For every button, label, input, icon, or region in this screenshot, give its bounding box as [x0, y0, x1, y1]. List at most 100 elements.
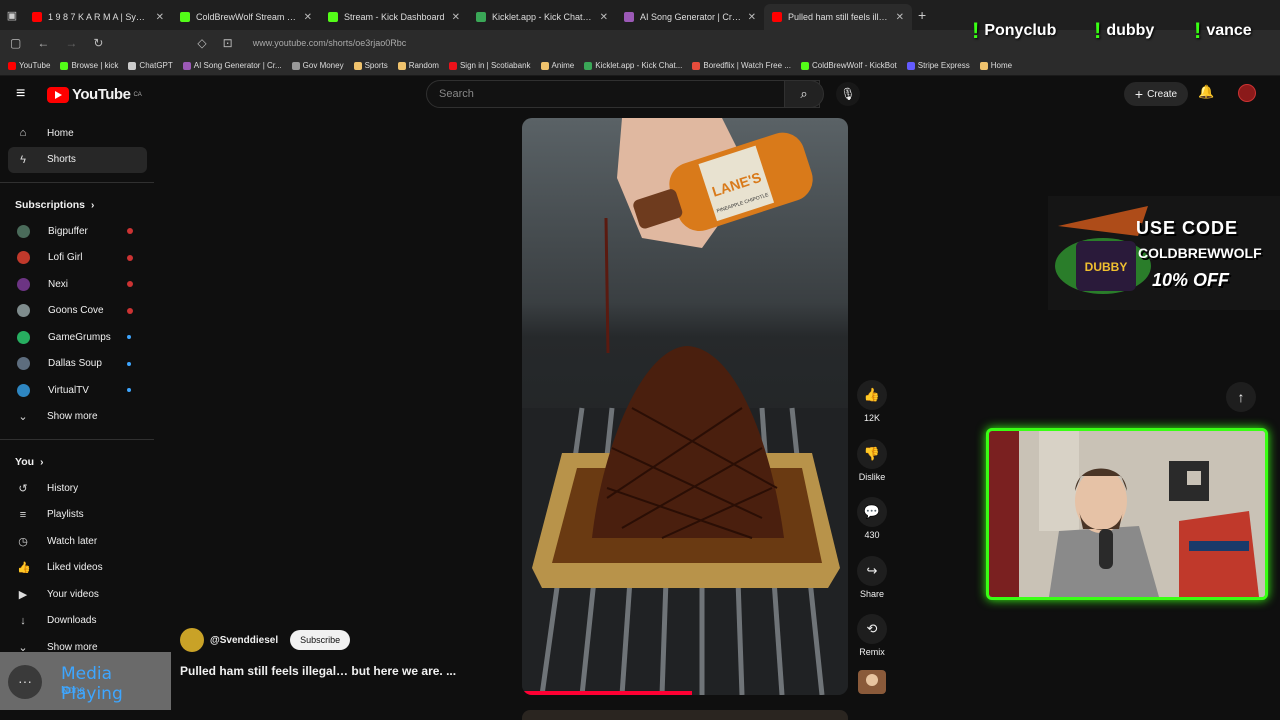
bookmark-item[interactable]: Browse | kick — [60, 61, 118, 70]
sidebar-subscription-item[interactable]: Goons Cove — [0, 298, 155, 325]
close-tab-icon[interactable]: ✕ — [600, 12, 608, 23]
tab-title: ColdBrewWolf Stream - Watch — [196, 12, 298, 22]
browser-tab[interactable]: ColdBrewWolf Stream - Watch ✕ — [172, 4, 320, 30]
reload-button[interactable]: ↻ — [93, 36, 103, 50]
sidebar-item-home[interactable]: ⌂ Home — [0, 120, 155, 147]
progress-bar[interactable] — [522, 691, 692, 695]
bookmark-item[interactable]: Home — [979, 61, 1012, 70]
channel-name[interactable]: @Svenddiesel — [210, 635, 278, 646]
create-button[interactable]: + Create — [1124, 82, 1188, 106]
channel-avatar[interactable] — [180, 628, 204, 652]
close-tab-icon[interactable]: ✕ — [156, 12, 164, 23]
bookmark-item[interactable]: Sports — [353, 61, 388, 70]
bookmark-item[interactable]: Stripe Express — [906, 61, 970, 70]
bookmark-item[interactable]: Boredflix | Watch Free ... — [692, 61, 791, 70]
lock-icon[interactable]: ⊡ — [223, 36, 233, 50]
promo-line-1: USE CODE — [1136, 218, 1239, 238]
back-button[interactable]: ← — [37, 36, 49, 50]
bookmark-favicon-icon — [800, 61, 809, 70]
new-tab-button[interactable]: + — [918, 7, 926, 23]
sidebar-item-label: Your videos — [47, 588, 99, 600]
short-title[interactable]: Pulled ham still feels illegal… but here… — [180, 664, 456, 678]
account-avatar[interactable] — [1238, 84, 1256, 102]
bookmark-item[interactable]: Gov Money — [291, 61, 344, 70]
sidebar-item-you[interactable]: ▶ Your videos — [0, 581, 155, 608]
youtube-logo[interactable]: YouTube CA — [47, 86, 142, 103]
close-tab-icon[interactable]: ✕ — [452, 12, 460, 23]
close-tab-icon[interactable]: ✕ — [896, 12, 904, 23]
sidebar-item-shorts[interactable]: ϟ Shorts — [8, 146, 147, 173]
bookmark-item[interactable]: Anime — [540, 61, 574, 70]
bookmark-item[interactable]: Kicklet.app - Kick Chat... — [584, 61, 682, 70]
tab-favicon-icon — [32, 12, 42, 22]
bookmark-item[interactable]: ColdBrewWolf - KickBot — [800, 61, 897, 70]
previous-short-button[interactable]: ↑ — [1226, 382, 1256, 412]
dislike-icon[interactable]: 👎 — [857, 438, 887, 469]
remix-action[interactable]: ⟲ Remix — [852, 614, 892, 673]
browser-tab-bar: ▣ 1 9 8 7 K A R M A | Synthwave,✕ColdBre… — [0, 0, 1280, 30]
shield-icon[interactable]: ◇ — [197, 36, 206, 50]
search-icon[interactable]: ⌕ — [784, 80, 824, 108]
remix-icon[interactable]: ⟲ — [857, 614, 887, 644]
browser-tab[interactable]: Stream - Kick Dashboard ✕ — [320, 4, 468, 30]
bookmark-item[interactable]: ChatGPT — [128, 61, 173, 70]
chevron-right-icon: › — [91, 199, 95, 211]
menu-icon[interactable]: ≡ — [16, 86, 30, 102]
dislike-action[interactable]: 👎 Dislike — [852, 438, 892, 498]
sidebar-subscription-item[interactable]: Nexi — [0, 271, 155, 298]
sidebar-item-label: Shorts — [47, 154, 76, 166]
sidebar-toggle-icon[interactable]: ▢ — [10, 36, 21, 50]
browser-toolbar: ▢ ← → ↻ ◇ ⊡ www.youtube.com/shorts/oe3rj… — [0, 30, 1280, 56]
comment-icon[interactable]: 💬 — [857, 497, 887, 527]
like-icon[interactable]: 👍 — [857, 380, 887, 410]
comments-action[interactable]: 💬 430 — [852, 497, 892, 556]
bookmark-label: Random — [408, 61, 439, 70]
chevron-down-icon: ⌄ — [18, 411, 28, 424]
subscribe-button[interactable]: Subscribe — [290, 630, 351, 650]
sidebar-subscription-item[interactable]: Lofi Girl — [0, 245, 155, 272]
plus-icon: + — [1134, 86, 1144, 102]
close-tab-icon[interactable]: ✕ — [304, 12, 312, 23]
sidebar-subscription-item[interactable]: Dallas Soup — [0, 351, 155, 378]
bookmark-item[interactable]: AI Song Generator | Cr... — [182, 61, 282, 70]
close-tab-icon[interactable]: ✕ — [748, 12, 756, 23]
bookmark-label: Stripe Express — [917, 61, 970, 70]
youtube-header: ≡ YouTube CA Search ⌕ 🎙 + Create 🔔 — [0, 76, 1280, 112]
next-short-preview[interactable] — [522, 710, 848, 720]
bookmark-favicon-icon — [397, 61, 406, 70]
notifications-bell-icon[interactable]: 🔔 — [1198, 84, 1214, 100]
subscriptions-heading[interactable]: Subscriptions › — [0, 192, 155, 218]
search-input[interactable]: Search — [426, 80, 820, 108]
share-icon[interactable]: ↪ — [857, 555, 887, 586]
browser-tab[interactable]: AI Song Generator | Create And ✕ — [616, 4, 764, 30]
sidebar-subscription-item[interactable]: VirtualTV — [0, 377, 155, 404]
overlay-username-label: Ponyclub — [984, 22, 1057, 39]
bookmark-item[interactable]: Sign in | Scotiabank — [448, 61, 531, 70]
sidebar-item-you[interactable]: 👍 Liked videos — [0, 555, 155, 582]
sidebar-item-you[interactable]: ≡ Playlists — [0, 502, 155, 529]
microphone-icon[interactable]: 🎙 — [836, 82, 860, 106]
tab-title: Stream - Kick Dashboard — [344, 12, 445, 22]
tab-actions-icon[interactable]: ▣ — [0, 9, 24, 22]
you-heading[interactable]: You › — [0, 449, 155, 475]
show-more-subscriptions[interactable]: ⌄ Show more — [0, 404, 155, 431]
share-action[interactable]: ↪ Share — [852, 555, 892, 615]
sound-thumbnail[interactable] — [858, 670, 886, 694]
sidebar-subscription-item[interactable]: GameGrumps — [0, 324, 155, 351]
sidebar-item-you[interactable]: ↓ Downloads — [0, 608, 155, 635]
sidebar-item-you[interactable]: ↺ History — [0, 475, 155, 502]
short-video-player[interactable]: LANE'S PINEAPPLE CHIPOTLE — [522, 118, 848, 695]
sidebar-subscription-item[interactable]: Bigpuffer — [0, 218, 155, 245]
address-field[interactable]: www.youtube.com/shorts/oe3rjao0Rbc — [253, 38, 407, 48]
like-action[interactable]: 👍 12K — [852, 380, 892, 439]
comment-count: 430 — [864, 530, 880, 540]
forward-button[interactable]: → — [65, 36, 77, 50]
bookmark-label: Browse | kick — [71, 61, 119, 70]
browser-tab[interactable]: 1 9 8 7 K A R M A | Synthwave, ✕ — [24, 4, 172, 30]
home-icon: ⌂ — [19, 127, 27, 140]
browser-tab[interactable]: Kicklet.app - Kick Chatbot and ✕ — [468, 4, 616, 30]
bookmark-item[interactable]: YouTube — [8, 61, 50, 70]
sidebar-item-you[interactable]: ◷ Watch later — [0, 528, 155, 555]
browser-tab[interactable]: Pulled ham still feels illegal ✕ — [764, 4, 912, 30]
bookmark-item[interactable]: Random — [397, 61, 439, 70]
